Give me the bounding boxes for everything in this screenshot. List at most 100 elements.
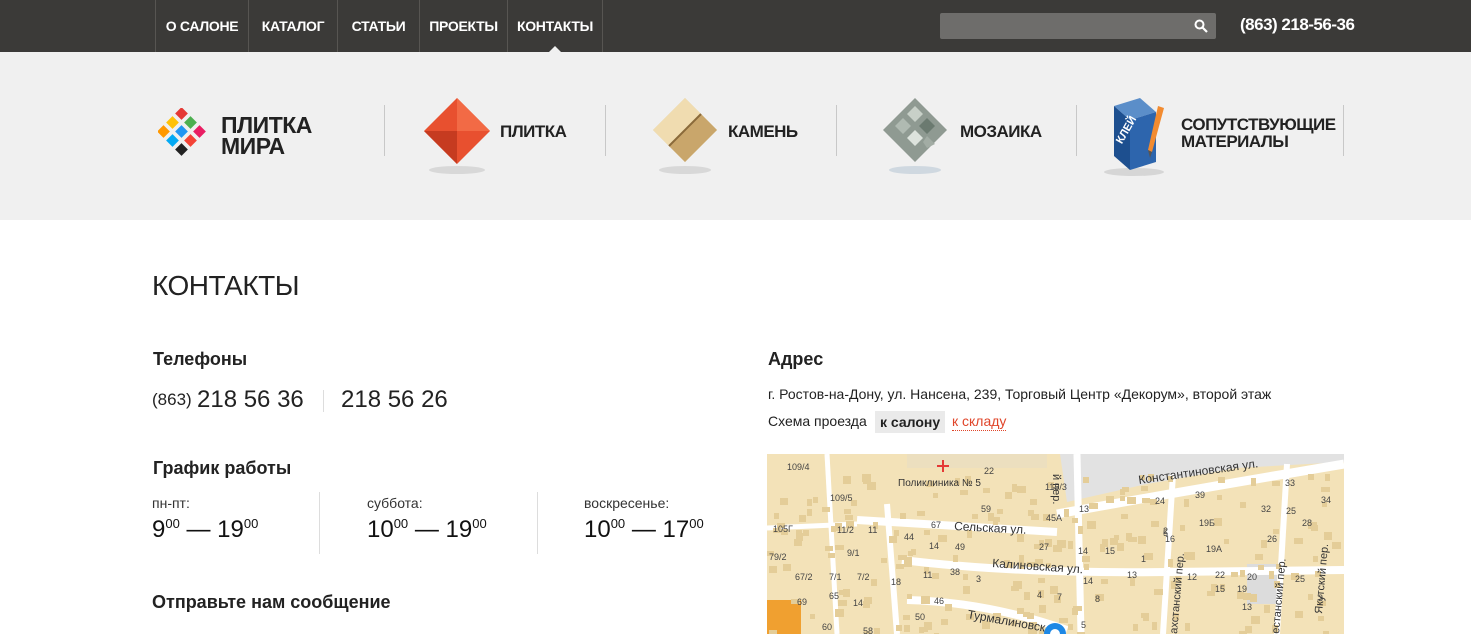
address-heading: Адрес bbox=[768, 349, 824, 369]
map-house-number: 19А bbox=[1206, 544, 1222, 554]
phone-number-2[interactable]: 218 56 26 bbox=[341, 386, 448, 414]
map-building bbox=[813, 497, 818, 503]
map-building bbox=[924, 530, 930, 535]
schedule-sunday: воскресенье: 1000 — 1700 bbox=[584, 492, 744, 554]
map-building bbox=[783, 564, 791, 571]
map-building bbox=[1142, 498, 1150, 503]
nav-item-contacts[interactable]: Контакты bbox=[507, 0, 603, 52]
map-building bbox=[1138, 536, 1146, 544]
map-building bbox=[898, 555, 907, 560]
category-divider bbox=[1076, 105, 1077, 156]
map-building bbox=[871, 579, 877, 586]
map-building bbox=[1251, 478, 1256, 486]
message-heading: Отправьте нам сообщение bbox=[152, 592, 391, 612]
map-building bbox=[807, 499, 812, 506]
map-building bbox=[933, 493, 938, 498]
map-building bbox=[1005, 492, 1012, 499]
map-building bbox=[1186, 552, 1195, 560]
nav-item-catalog[interactable]: Каталог bbox=[248, 0, 337, 52]
map-building bbox=[1039, 605, 1046, 613]
map-canvas[interactable]: Поликлиника № 5 Константиновская ул. Сел… bbox=[767, 454, 1344, 634]
map-building bbox=[1180, 525, 1185, 531]
map-house-number: 3 bbox=[1318, 593, 1323, 603]
map-building bbox=[1128, 537, 1137, 542]
map-building bbox=[963, 586, 970, 594]
map-building bbox=[810, 614, 815, 619]
page-title: КОНТАКТЫ bbox=[152, 270, 300, 301]
top-navbar: О салоне Каталог Статьи Проекты Контакты… bbox=[0, 0, 1471, 52]
map-house-number: 79/2 bbox=[769, 552, 787, 562]
category-materials[interactable]: КЛЕЙ Сопутствующие материалы bbox=[1100, 92, 1340, 182]
map-poi-label: Поликлиника № 5 bbox=[898, 478, 981, 489]
schedule-day-label: воскресенье: bbox=[584, 495, 670, 511]
category-divider bbox=[605, 105, 606, 156]
map-house-number: 69 bbox=[797, 597, 807, 607]
category-label-tiles: Плитка bbox=[500, 122, 567, 141]
map-house-number: 7/1 bbox=[829, 572, 842, 582]
map-building bbox=[1057, 540, 1066, 548]
category-tiles[interactable]: Плитка bbox=[420, 92, 600, 182]
schedule-time: 1000 — 1900 bbox=[367, 516, 487, 543]
header-phone[interactable]: (863) 218-56-36 bbox=[1240, 15, 1355, 35]
map-building bbox=[867, 482, 876, 490]
phone-number-1[interactable]: 218 56 36 bbox=[197, 386, 304, 414]
map-house-number: 15 bbox=[1105, 546, 1115, 556]
schedule-saturday: суббота: 1000 — 1900 bbox=[367, 492, 527, 554]
schedule-weekdays: пн-пт: 900 — 1900 bbox=[152, 492, 312, 554]
map-building bbox=[1106, 496, 1114, 503]
map-house-number: 13 bbox=[1127, 570, 1137, 580]
map-building bbox=[774, 513, 779, 519]
map-building bbox=[1121, 514, 1128, 519]
map-building bbox=[1185, 623, 1190, 631]
category-stone[interactable]: Камень bbox=[650, 92, 830, 182]
map-house-number: 13 bbox=[1242, 602, 1252, 612]
map-building bbox=[780, 498, 788, 505]
map-building bbox=[843, 589, 850, 597]
map-building bbox=[963, 574, 968, 580]
map-house-number: 49 bbox=[955, 542, 965, 552]
map-house-number: 14 bbox=[853, 598, 863, 608]
search-box bbox=[940, 13, 1216, 39]
map-building bbox=[1217, 495, 1222, 500]
map-house-number: 33 bbox=[1285, 478, 1295, 488]
route-to-warehouse-link[interactable]: к складу bbox=[952, 413, 1007, 431]
map-building bbox=[1295, 611, 1303, 618]
map-building bbox=[769, 630, 777, 634]
nav-item-projects[interactable]: Проекты bbox=[419, 0, 507, 52]
map-building bbox=[1245, 626, 1252, 633]
map-building bbox=[864, 597, 872, 604]
map-building bbox=[1072, 518, 1078, 523]
map-building bbox=[889, 536, 897, 543]
map-building bbox=[904, 625, 910, 632]
route-map[interactable]: Поликлиника № 5 Константиновская ул. Сел… bbox=[767, 454, 1344, 634]
site-logo[interactable]: ПЛИТКА МИРА bbox=[158, 108, 378, 168]
map-building bbox=[1243, 593, 1251, 600]
map-building bbox=[1024, 592, 1030, 600]
map-house-number: 7/2 bbox=[857, 572, 870, 582]
nav-item-about[interactable]: О салоне bbox=[155, 0, 248, 52]
map-building bbox=[1324, 532, 1332, 540]
map-house-number: 1 bbox=[1141, 554, 1146, 564]
map-building bbox=[1064, 509, 1069, 517]
map-building bbox=[1114, 535, 1119, 540]
map-house-number: 16 bbox=[1165, 534, 1175, 544]
map-house-number: 3 bbox=[976, 574, 981, 584]
map-building bbox=[941, 619, 948, 625]
map-house-number: 14 bbox=[1078, 546, 1088, 556]
map-house-number: 32 bbox=[1261, 504, 1271, 514]
map-building bbox=[1308, 474, 1314, 480]
nav-item-articles[interactable]: Статьи bbox=[337, 0, 419, 52]
search-input[interactable] bbox=[940, 13, 1186, 39]
category-mosaic[interactable]: Мозаика bbox=[880, 92, 1070, 182]
map-building bbox=[921, 596, 930, 604]
map-house-number: 58 bbox=[863, 626, 873, 634]
route-to-salon-tab[interactable]: к салону bbox=[875, 411, 946, 433]
map-building bbox=[843, 476, 851, 484]
map-building bbox=[1250, 594, 1257, 602]
map-building bbox=[799, 515, 806, 522]
map-building bbox=[1087, 521, 1096, 529]
category-band: ПЛИТКА МИРА Плитка Камень bbox=[0, 52, 1471, 220]
map-building bbox=[960, 490, 968, 495]
logo-icon bbox=[158, 108, 206, 156]
search-icon[interactable] bbox=[1194, 19, 1208, 33]
